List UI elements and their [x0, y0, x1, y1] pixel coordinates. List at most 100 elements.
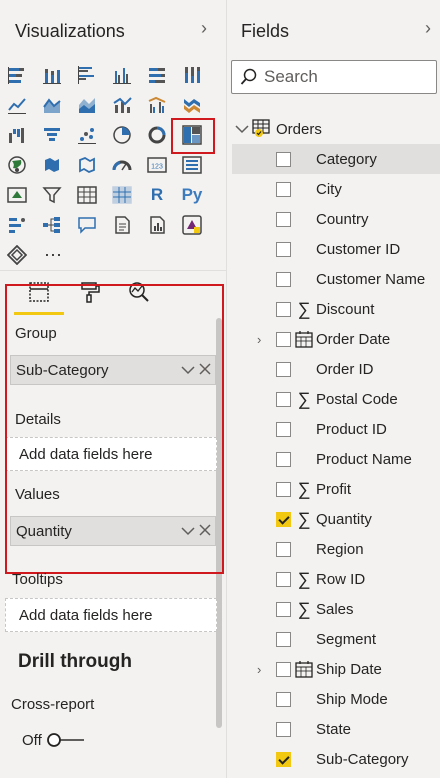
field-checkbox[interactable] — [276, 301, 291, 317]
field-row[interactable]: Category — [232, 144, 440, 174]
power-apps-icon[interactable] — [181, 214, 203, 236]
field-row[interactable]: ∑ Quantity — [232, 504, 440, 534]
field-checkbox[interactable] — [276, 421, 291, 437]
field-checkbox[interactable] — [276, 541, 291, 557]
chevron-right-icon[interactable]: › — [257, 332, 261, 347]
field-row[interactable]: Ship Mode — [232, 684, 440, 714]
field-checkbox[interactable] — [276, 241, 291, 257]
cross-report-toggle-state: Off — [22, 732, 42, 749]
field-row[interactable]: City — [232, 174, 440, 204]
cross-report-toggle[interactable] — [46, 732, 86, 748]
100-stacked-column-chart-icon[interactable] — [181, 64, 203, 86]
filled-map-icon[interactable] — [41, 154, 63, 176]
line-and-clustered-column-chart-icon[interactable] — [146, 94, 168, 116]
gauge-icon[interactable] — [111, 154, 133, 176]
field-name: Sales — [316, 600, 354, 618]
field-checkbox[interactable] — [276, 601, 291, 617]
field-name: Ship Mode — [316, 690, 388, 708]
collapse-fields-chevron-icon[interactable]: › — [425, 18, 431, 39]
field-row[interactable]: Customer Name — [232, 264, 440, 294]
field-checkbox[interactable] — [276, 361, 291, 377]
field-row[interactable]: Product Name — [232, 444, 440, 474]
field-checkbox[interactable] — [276, 751, 291, 767]
slicer-icon[interactable] — [41, 184, 63, 206]
field-row[interactable]: ∑ Row ID — [232, 564, 440, 594]
funnel-chart-icon[interactable] — [41, 124, 63, 146]
field-row[interactable]: › Order Date — [232, 324, 440, 354]
100-stacked-bar-chart-icon[interactable] — [146, 64, 168, 86]
pie-chart-icon[interactable] — [111, 124, 133, 146]
scatter-chart-icon[interactable] — [76, 124, 98, 146]
field-row[interactable]: ∑ Profit — [232, 474, 440, 504]
map-icon[interactable] — [6, 154, 28, 176]
field-row[interactable]: Product ID — [232, 414, 440, 444]
visualizations-pane: Visualizations › 123 R Py ··· Group Sub-… — [0, 0, 226, 778]
chevron-down-icon[interactable] — [235, 124, 249, 134]
field-checkbox[interactable] — [276, 211, 291, 227]
matrix-icon[interactable] — [111, 184, 133, 206]
field-row[interactable]: ∑ Discount — [232, 294, 440, 324]
arcgis-icon[interactable] — [6, 244, 28, 266]
field-name: Country — [316, 210, 369, 228]
line-chart-icon[interactable] — [6, 94, 28, 116]
waterfall-chart-icon[interactable] — [6, 124, 28, 146]
chevron-right-icon[interactable]: › — [257, 662, 261, 677]
field-checkbox[interactable] — [276, 511, 291, 527]
r-script-visual-icon[interactable]: R — [146, 184, 168, 206]
field-checkbox[interactable] — [276, 721, 291, 737]
field-checkbox[interactable] — [276, 391, 291, 407]
multi-row-card-icon[interactable] — [181, 154, 203, 176]
paginated-report-icon[interactable] — [146, 214, 168, 236]
python-visual-icon[interactable]: Py — [181, 184, 203, 206]
field-row[interactable]: ∑ Sales — [232, 594, 440, 624]
stacked-area-chart-icon[interactable] — [76, 94, 98, 116]
smart-narrative-icon[interactable] — [111, 214, 133, 236]
collapse-visualizations-chevron-icon[interactable]: › — [201, 18, 207, 39]
field-checkbox[interactable] — [276, 451, 291, 467]
fields-search-box[interactable]: Search — [231, 60, 437, 94]
qa-icon[interactable] — [76, 214, 98, 236]
field-row[interactable]: Region — [232, 534, 440, 564]
field-checkbox[interactable] — [276, 661, 291, 677]
search-icon — [240, 68, 257, 85]
tooltips-drop-zone[interactable]: Add data fields here — [5, 598, 217, 632]
decomposition-tree-icon[interactable] — [41, 214, 63, 236]
field-checkbox[interactable] — [276, 481, 291, 497]
field-name: Order ID — [316, 360, 374, 378]
ribbon-chart-icon[interactable] — [181, 94, 203, 116]
field-row[interactable]: Segment — [232, 624, 440, 654]
area-chart-icon[interactable] — [41, 94, 63, 116]
field-row[interactable]: › Ship Date — [232, 654, 440, 684]
card-icon[interactable]: 123 — [146, 154, 168, 176]
stacked-column-chart-icon[interactable] — [41, 64, 63, 86]
stacked-bar-chart-icon[interactable] — [6, 64, 28, 86]
field-row[interactable]: Order ID — [232, 354, 440, 384]
field-name: Row ID — [316, 570, 366, 588]
kpi-icon[interactable] — [6, 184, 28, 206]
table-icon[interactable] — [76, 184, 98, 206]
selected-visual-highlight — [171, 118, 215, 154]
field-checkbox[interactable] — [276, 691, 291, 707]
field-checkbox[interactable] — [276, 331, 291, 347]
line-and-column-chart-icon[interactable] — [111, 94, 133, 116]
field-checkbox[interactable] — [276, 181, 291, 197]
field-checkbox[interactable] — [276, 151, 291, 167]
field-name: Product ID — [316, 420, 387, 438]
more-visuals-icon[interactable]: ··· — [38, 243, 68, 265]
shape-map-icon[interactable] — [76, 154, 98, 176]
card-icon-text: 123 — [151, 164, 163, 171]
field-row[interactable]: Customer ID — [232, 234, 440, 264]
key-influencers-icon[interactable] — [6, 214, 28, 236]
field-row[interactable]: Country — [232, 204, 440, 234]
clustered-bar-chart-icon[interactable] — [76, 64, 98, 86]
field-row[interactable]: State — [232, 714, 440, 744]
field-row[interactable]: ∑ Postal Code — [232, 384, 440, 414]
clustered-column-chart-icon[interactable] — [111, 64, 133, 86]
donut-chart-icon[interactable] — [146, 124, 168, 146]
field-checkbox[interactable] — [276, 271, 291, 287]
field-row[interactable]: Sub-Category — [232, 744, 440, 774]
field-checkbox[interactable] — [276, 631, 291, 647]
orders-table-node[interactable]: Orders — [235, 118, 322, 140]
field-name: Discount — [316, 300, 375, 318]
field-checkbox[interactable] — [276, 571, 291, 587]
